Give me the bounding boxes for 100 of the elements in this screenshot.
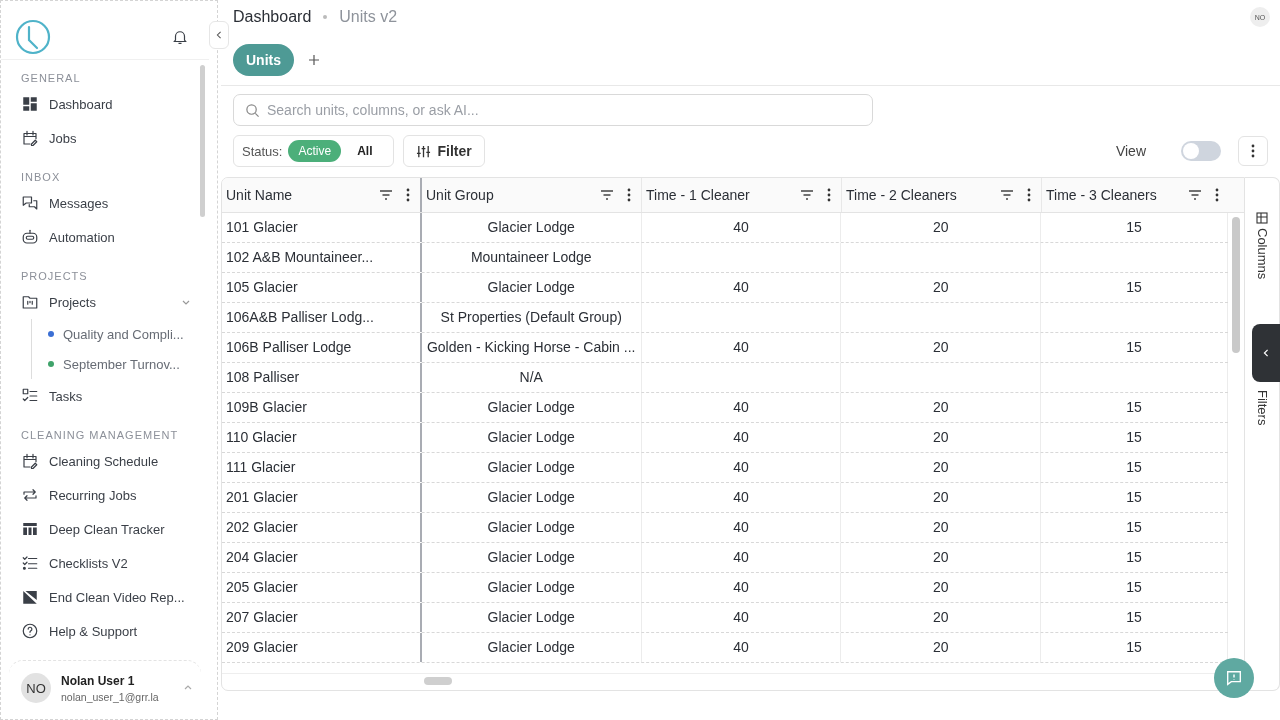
panel-tab[interactable]: Columns [1245,212,1279,280]
more-icon[interactable] [827,187,831,202]
nav-item[interactable]: Checklists V2 [21,546,191,580]
table-icon [21,520,39,538]
table-cell: 20 [933,639,949,656]
filter-icon[interactable] [379,189,393,200]
table-cell: 20 [933,339,949,356]
table-cell: 15 [1126,219,1142,236]
table-cell: 108 Palliser [226,369,300,386]
more-icon [1251,144,1255,158]
more-icon[interactable] [1027,187,1031,202]
nav-item[interactable]: Tasks [21,379,191,413]
filter-icon[interactable] [1188,189,1202,200]
table-cell: 207 Glacier [226,609,298,626]
table-cell: 101 Glacier [226,219,298,236]
chevron-left-icon [1262,348,1270,358]
nav-item[interactable]: Cleaning Schedule [21,444,191,478]
table-icon [1256,212,1268,224]
scrollbar[interactable] [200,65,205,217]
table-cell: Glacier Lodge [487,489,575,506]
more-icon[interactable] [627,187,631,202]
table-cell: 15 [1126,459,1142,476]
filter-icon[interactable] [800,189,814,200]
bell-icon[interactable] [171,28,189,46]
chevron-left-icon [215,30,223,40]
nav-item[interactable]: Help & Support [21,614,191,648]
table-cell: 20 [933,459,949,476]
table-cell: Mountaineer Lodge [470,249,592,266]
more-icon[interactable] [1215,187,1219,202]
filter-icon[interactable] [1000,189,1014,200]
table-cell: 40 [733,519,749,536]
more-icon[interactable] [406,187,410,202]
table-cell: Glacier Lodge [487,219,575,236]
table-cell: 111 Glacier [226,459,296,476]
sliders-icon [415,143,431,159]
table-cell: N/A [519,369,543,386]
repeat-icon [21,486,39,504]
nav-item[interactable]: End Clean Video Rep... [21,580,191,614]
column-header[interactable]: Time - 1 Cleaner [642,178,842,212]
view-toggle[interactable] [1181,141,1221,161]
table-cell: 40 [733,489,749,506]
project-item[interactable]: September Turnov... [48,349,217,379]
table-cell: 20 [933,279,949,296]
table-cell: Glacier Lodge [487,549,575,566]
table-cell: 15 [1126,549,1142,566]
table-cell: Glacier Lodge [487,639,575,656]
nav-item[interactable]: Messages [21,186,191,220]
filter-button[interactable]: Filter [402,135,485,167]
table-cell: 15 [1126,489,1142,506]
table-cell: 201 Glacier [226,489,298,506]
user-name: Nolan User 1 [61,673,136,688]
table-cell: Glacier Lodge [487,279,575,296]
table-cell: 109B Glacier [226,399,307,416]
table-cell: 15 [1126,279,1142,296]
message-alert-icon [1225,669,1243,687]
feedback-button[interactable] [1214,658,1254,698]
scrollbar[interactable] [1232,216,1240,353]
table-cell: 40 [733,579,749,596]
table-cell: 15 [1126,429,1142,446]
user-card[interactable]: NO Nolan User 1 nolan_user_1@grr.la [9,660,201,709]
status-option[interactable]: All [347,140,383,162]
nav-item[interactable]: Automation [21,220,191,254]
table-cell: Glacier Lodge [487,459,575,476]
table-cell: Glacier Lodge [487,579,575,596]
nav-item[interactable]: Jobs [21,121,191,155]
column-header[interactable]: Unit Group [422,178,642,212]
panel-tab[interactable]: Filters [1245,390,1279,426]
table-cell: 40 [733,279,749,296]
search-field[interactable]: Search units, columns, or ask AI... [233,94,873,126]
table-cell: 20 [933,579,949,596]
nav-item[interactable]: Dashboard [21,87,191,121]
scrollbar[interactable] [424,677,452,686]
grid-icon [21,95,39,113]
table-cell: 40 [733,219,749,236]
project-item[interactable]: Quality and Compli... [48,319,217,349]
table-cell: 40 [733,459,749,476]
table-cell: 106B Palliser Lodge [226,339,352,356]
filter-icon[interactable] [600,189,614,200]
section-heading: CLEANING MANAGEMENT [21,428,180,443]
search-icon [245,103,260,118]
table-cell: 209 Glacier [226,639,298,656]
column-header[interactable]: Time - 3 Cleaners [1042,178,1229,212]
column-header[interactable]: Time - 2 Cleaners [842,178,1042,212]
column-header[interactable]: Unit Name [222,178,422,212]
table-cell: Golden - Kicking Horse - Cabin ... [426,339,636,356]
table-cell: Glacier Lodge [487,399,575,416]
section-heading: GENERAL [21,71,82,86]
section-heading: PROJECTS [21,269,89,284]
checklist-icon [21,554,39,572]
nav-item[interactable]: Deep Clean Tracker [21,512,191,546]
table-cell: 15 [1126,399,1142,416]
nav-item[interactable]: Projects [21,285,191,319]
add-icon[interactable] [308,54,320,66]
breadcrumb-item[interactable]: Dashboard [233,8,312,26]
section-heading: INBOX [21,170,62,185]
table-cell: 40 [733,339,749,356]
expand-panel-button[interactable] [1252,324,1280,382]
table-cell: 20 [933,399,949,416]
nav-item[interactable]: Recurring Jobs [21,478,191,512]
table-cell: St Properties (Default Group) [440,309,622,326]
